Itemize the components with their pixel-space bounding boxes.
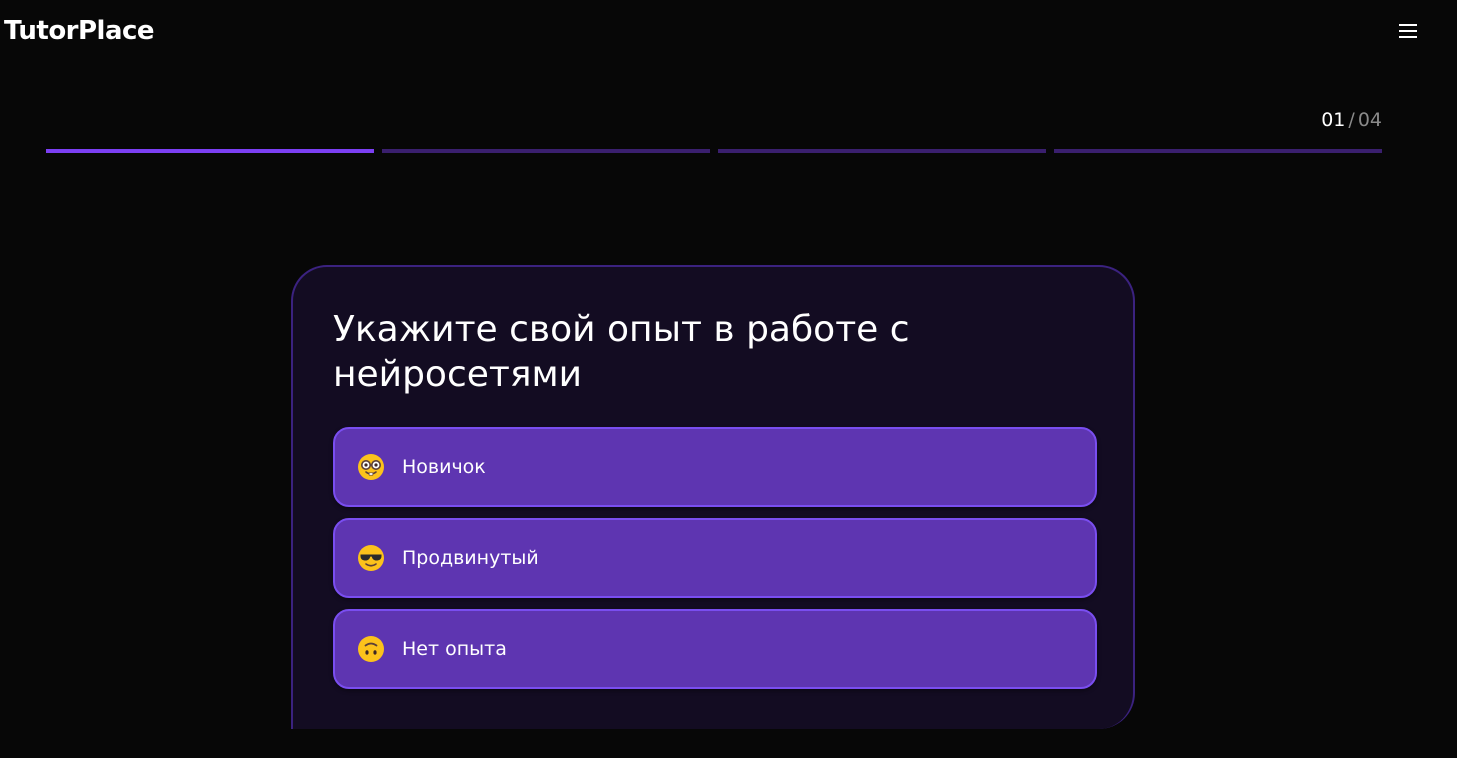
option-label: Нет опыта — [402, 638, 507, 660]
quiz-page: TutorPlace 01/04 Укажите свой опыт в раб… — [0, 0, 1457, 758]
progress-bar — [46, 149, 1382, 153]
option-label: Продвинутый — [402, 547, 539, 569]
step-separator: / — [1348, 109, 1355, 131]
option-label: Новичок — [402, 456, 486, 478]
option-advanced[interactable]: Продвинутый — [333, 518, 1097, 598]
option-no-experience[interactable]: Нет опыта — [333, 609, 1097, 689]
progress-segment-1 — [46, 149, 374, 153]
menu-button[interactable] — [1394, 18, 1422, 44]
answer-options: Новичок Продвинутый Нет опыта — [333, 427, 1097, 700]
progress-segment-3 — [718, 149, 1046, 153]
step-counter: 01/04 — [1321, 108, 1382, 132]
hamburger-menu-icon — [1399, 24, 1417, 38]
sunglasses-face-emoji-icon — [357, 544, 385, 572]
step-total: 04 — [1357, 109, 1382, 131]
question-title: Укажите свой опыт в работе с нейросетями — [333, 309, 910, 395]
upside-down-face-emoji-icon — [357, 635, 385, 663]
logo[interactable]: TutorPlace — [4, 14, 155, 48]
question-card: Укажите свой опыт в работе с нейросетями — [291, 265, 1135, 729]
option-beginner[interactable]: Новичок — [333, 427, 1097, 507]
step-current: 01 — [1321, 109, 1346, 131]
progress-segment-4 — [1054, 149, 1382, 153]
progress-segment-2 — [382, 149, 710, 153]
nerd-face-emoji-icon — [357, 453, 385, 481]
